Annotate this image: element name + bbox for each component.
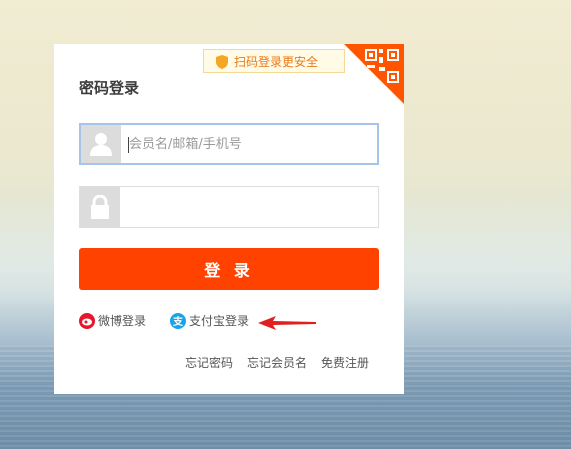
- login-button[interactable]: 登 录: [79, 248, 379, 290]
- alipay-icon: 支: [170, 312, 186, 329]
- forgot-username-link[interactable]: 忘记会员名: [247, 354, 307, 371]
- weibo-icon: [79, 312, 95, 329]
- qr-login-toggle[interactable]: [344, 44, 404, 104]
- alipay-login-link[interactable]: 支 支付宝登录: [170, 312, 249, 329]
- weibo-login-label: 微博登录: [98, 314, 147, 328]
- password-field[interactable]: [79, 186, 379, 228]
- qr-code-icon: [363, 47, 401, 85]
- forgot-password-link[interactable]: 忘记密码: [185, 354, 233, 371]
- qr-hint-text: 扫码登录更安全: [234, 55, 319, 69]
- shield-icon: [216, 55, 228, 69]
- register-link[interactable]: 免费注册: [321, 354, 369, 371]
- page-title: 密码登录: [79, 79, 140, 97]
- password-input[interactable]: [128, 187, 368, 227]
- lock-icon: [80, 187, 120, 227]
- alipay-login-label: 支付宝登录: [189, 314, 250, 328]
- username-field[interactable]: [79, 123, 379, 165]
- login-panel: 扫码登录更安全 密码登录 登 录 微博登录 支 支付宝登录 忘记: [54, 44, 404, 394]
- qr-hint-tooltip: 扫码登录更安全: [203, 49, 345, 73]
- red-arrow-annotation: [258, 316, 316, 330]
- weibo-login-link[interactable]: 微博登录: [79, 312, 146, 329]
- username-input[interactable]: [129, 125, 369, 163]
- user-icon: [81, 125, 121, 163]
